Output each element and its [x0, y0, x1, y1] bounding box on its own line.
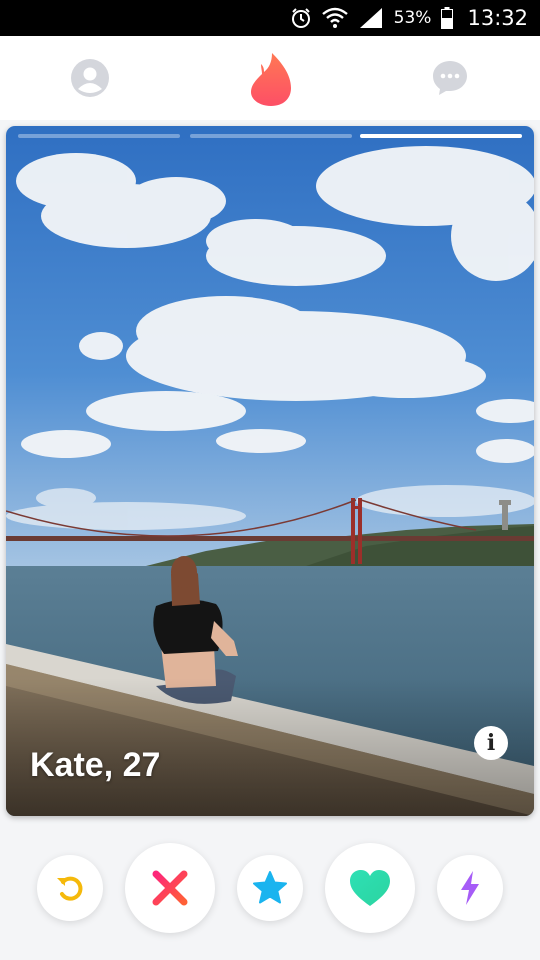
- nope-button[interactable]: [125, 843, 215, 933]
- profile-photo: [6, 126, 534, 816]
- star-icon: [253, 871, 287, 904]
- profile-button[interactable]: [70, 58, 110, 98]
- lightning-bolt-icon: [461, 871, 479, 905]
- info-icon: i: [486, 730, 496, 756]
- like-button[interactable]: [325, 843, 415, 933]
- chat-button[interactable]: [430, 58, 470, 98]
- photo-progress-2: [190, 134, 352, 138]
- battery-icon: [441, 7, 454, 29]
- status-bar: 53% 13:32: [0, 0, 540, 36]
- battery-percent: 53%: [393, 8, 432, 28]
- top-nav: [0, 36, 540, 120]
- boost-button[interactable]: [437, 855, 503, 921]
- super-like-button[interactable]: [237, 855, 303, 921]
- rewind-icon: [57, 876, 83, 901]
- wifi-icon: [321, 7, 348, 29]
- profile-card[interactable]: Kate, 27 i: [6, 126, 534, 816]
- info-button[interactable]: i: [474, 726, 508, 760]
- heart-icon: [350, 870, 390, 906]
- flame-logo-button[interactable]: [248, 52, 294, 106]
- signal-icon: [358, 7, 384, 29]
- photo-progress-3: [360, 134, 522, 138]
- x-icon: [152, 870, 188, 906]
- flame-logo-icon: [251, 53, 291, 106]
- profile-icon: [71, 59, 109, 97]
- alarm-icon: [290, 7, 312, 29]
- profile-name-age: Kate, 27: [30, 746, 161, 784]
- rewind-button[interactable]: [37, 855, 103, 921]
- clock: 13:32: [467, 6, 528, 30]
- photo-progress-1: [18, 134, 180, 138]
- chat-bubble-icon: [433, 61, 467, 95]
